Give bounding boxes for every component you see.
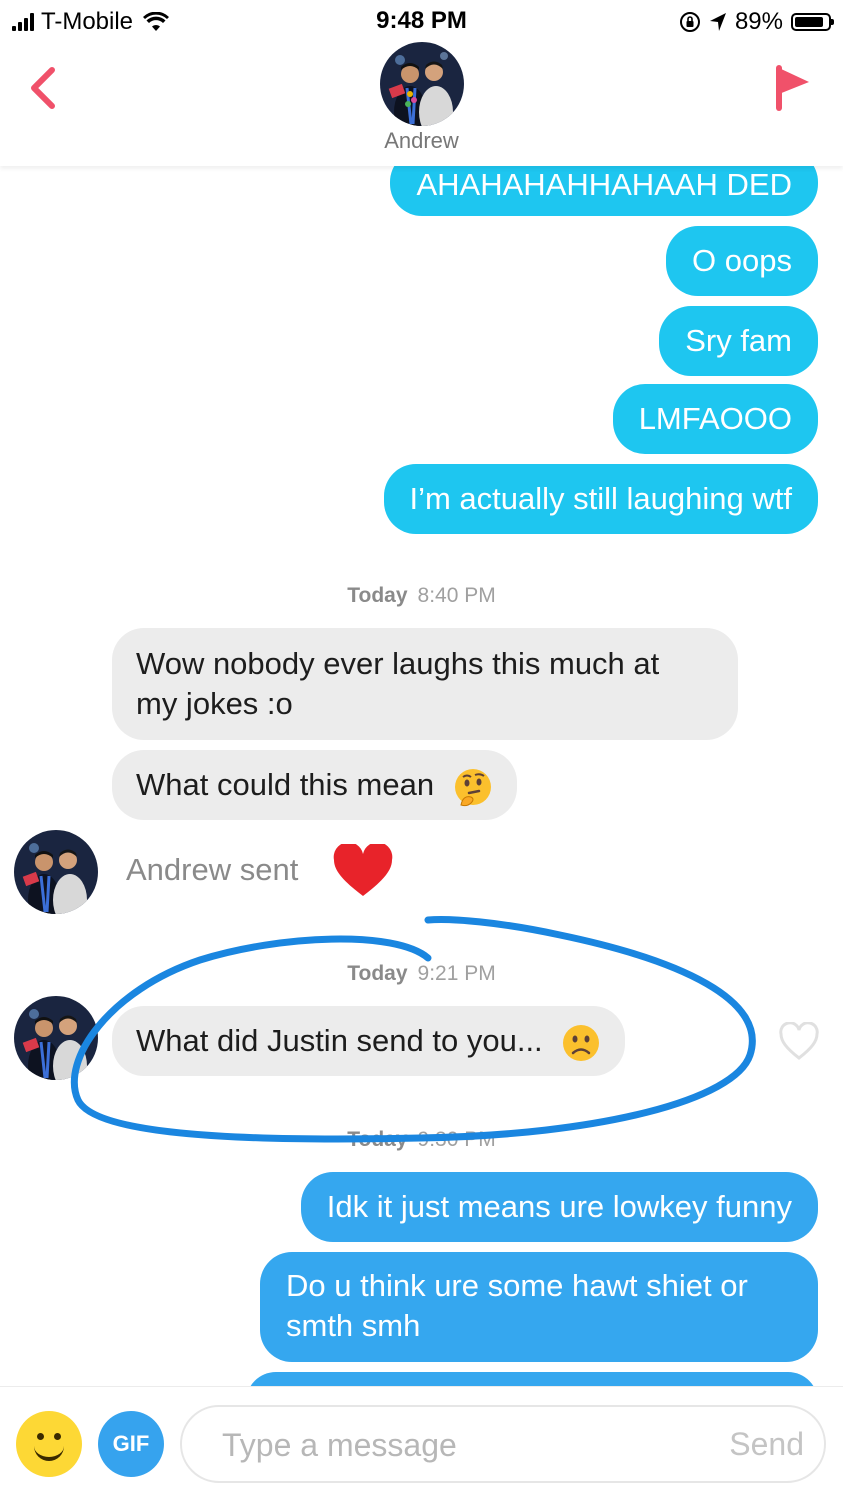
message-input[interactable] bbox=[220, 1407, 684, 1483]
gif-button[interactable]: GIF bbox=[98, 1411, 164, 1477]
message-bubble-sent[interactable]: O oops bbox=[666, 226, 818, 296]
message-bubble-sent[interactable]: AHAHAHAHHAHAAH DED bbox=[390, 166, 818, 216]
location-arrow-icon bbox=[709, 13, 726, 31]
back-chevron-icon[interactable] bbox=[26, 64, 60, 112]
contact-avatar-small[interactable] bbox=[14, 996, 98, 1080]
message-bubble-sent[interactable]: Sry fam bbox=[659, 306, 818, 376]
message-field[interactable]: Send bbox=[180, 1405, 826, 1483]
thinking-face-icon bbox=[454, 768, 491, 806]
contact-avatar[interactable] bbox=[380, 42, 464, 126]
chat-screen: T-Mobile 9:48 PM 89% Andrew AHAHAHAHHAHA… bbox=[0, 0, 843, 1498]
message-bubble-sent[interactable]: Idk it just means ure lowkey funny bbox=[300, 1172, 818, 1242]
message-bubble-received[interactable]: What could this mean bbox=[112, 750, 517, 820]
battery-icon bbox=[791, 13, 834, 31]
orientation-lock-icon bbox=[679, 12, 700, 32]
message-input-bar: GIF Send bbox=[0, 1386, 843, 1498]
contact-avatar-small[interactable] bbox=[14, 830, 98, 914]
like-heart-icon[interactable] bbox=[779, 1022, 819, 1062]
message-bubble-sent-partial[interactable] bbox=[246, 1372, 818, 1386]
contact-name[interactable]: Andrew bbox=[0, 128, 843, 154]
heart-icon bbox=[333, 844, 393, 896]
emoji-button[interactable] bbox=[16, 1411, 82, 1477]
timestamp: Today 8:40 PM bbox=[347, 584, 496, 607]
message-list[interactable]: AHAHAHAHHAHAAH DED O oops Sry fam LMFAOO… bbox=[0, 166, 843, 1386]
timestamp: Today 9:30 PM bbox=[347, 1128, 496, 1151]
send-button[interactable]: Send bbox=[729, 1407, 804, 1481]
message-bubble-sent[interactable]: I’m actually still laughing wtf bbox=[383, 464, 818, 534]
message-bubble-received[interactable]: What did Justin send to you... bbox=[112, 1006, 626, 1076]
battery-percent: 89% bbox=[734, 8, 783, 35]
timestamp: Today 9:21 PM bbox=[347, 962, 496, 985]
message-bubble-sent[interactable]: LMFAOOO bbox=[612, 384, 818, 454]
message-bubble-received[interactable]: Wow nobody ever laughs this much at my j… bbox=[112, 628, 738, 740]
slightly-frowning-face-icon bbox=[563, 1024, 600, 1061]
status-bar: T-Mobile 9:48 PM 89% bbox=[0, 0, 843, 42]
report-flag-icon[interactable] bbox=[773, 64, 813, 112]
message-bubble-sent[interactable]: Do u think ure some hawt shiet or smth s… bbox=[260, 1252, 818, 1362]
chat-header: Andrew bbox=[0, 42, 843, 166]
like-notice: Andrew sent bbox=[126, 852, 299, 887]
